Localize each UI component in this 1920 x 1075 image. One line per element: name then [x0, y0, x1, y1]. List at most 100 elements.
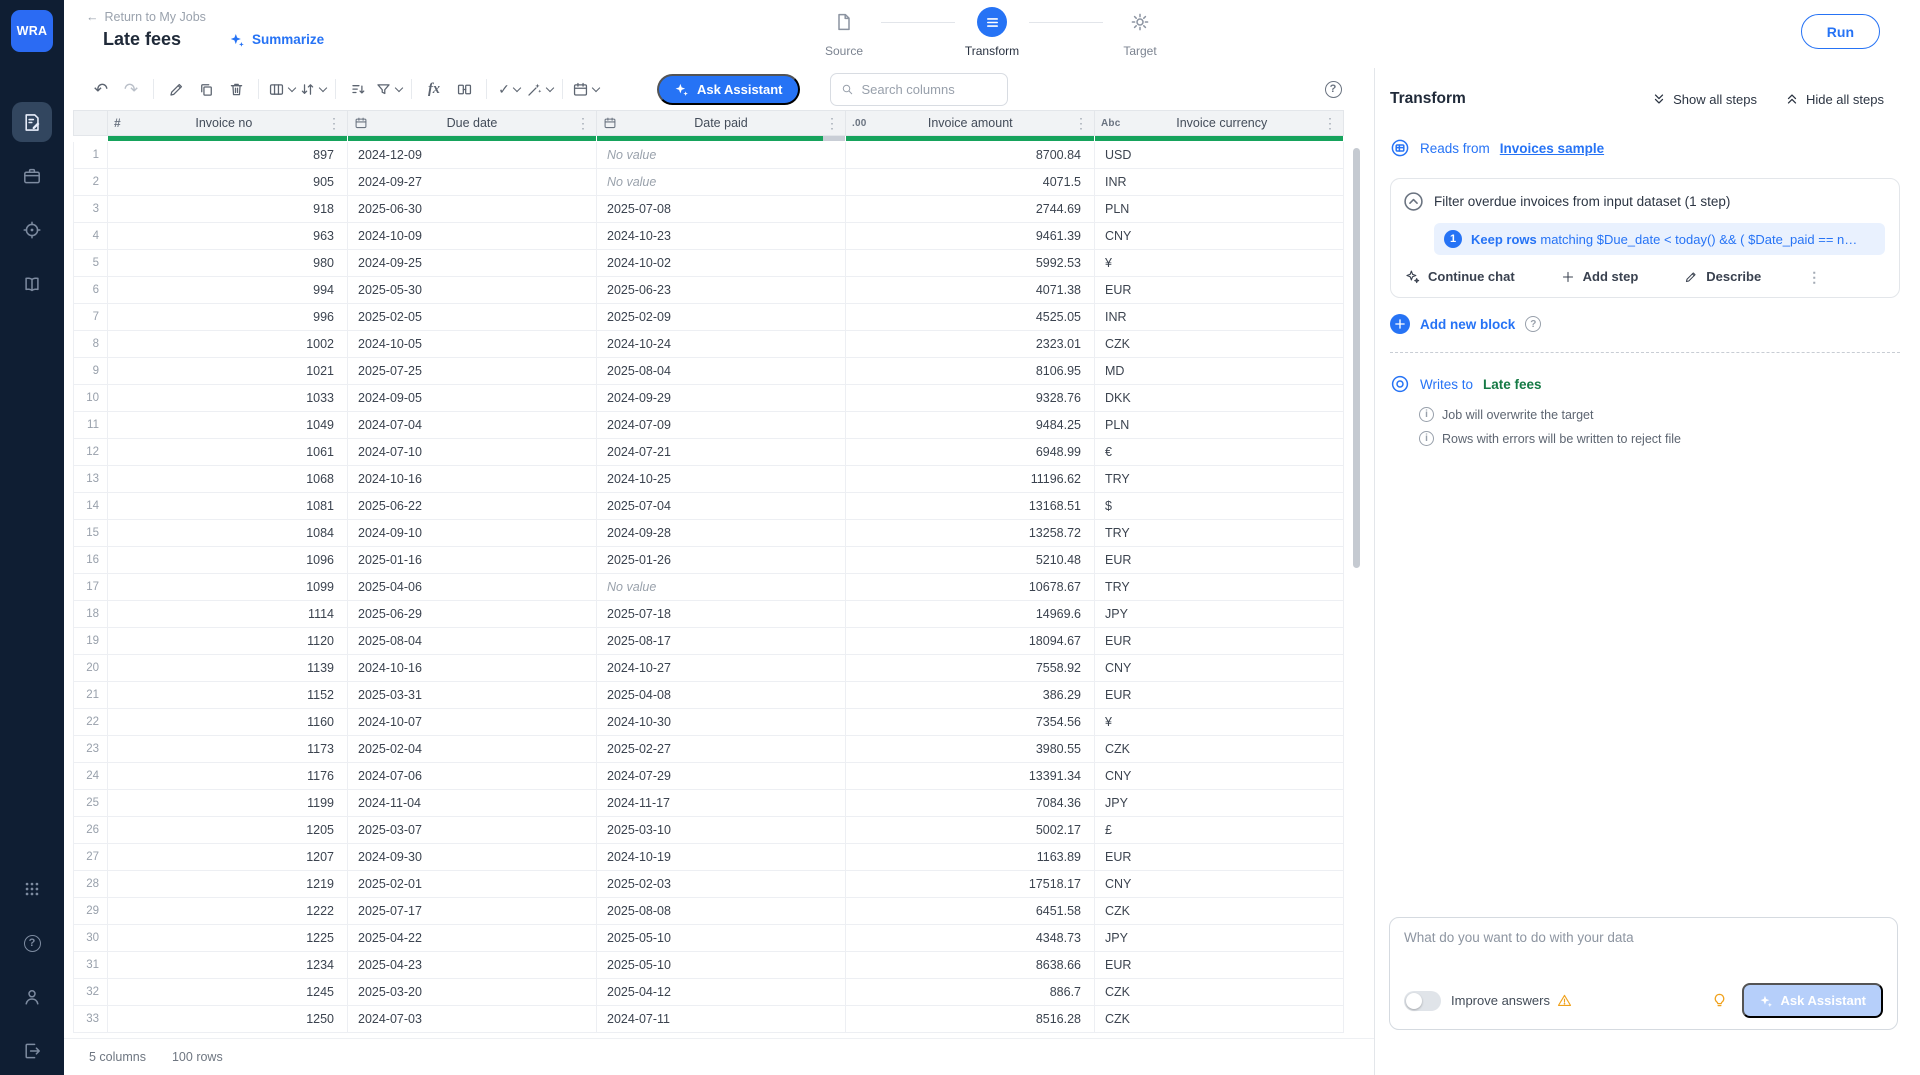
summarize-button[interactable]: Summarize [229, 32, 324, 48]
cell-invoice-amount[interactable]: 8106.95 [846, 358, 1095, 384]
cell-invoice-amount[interactable]: 9328.76 [846, 385, 1095, 411]
cell-invoice-no[interactable]: 1152 [108, 682, 348, 708]
table-row[interactable]: 10 1033 2024-09-05 2024-09-29 9328.76 DKK [73, 385, 1344, 412]
row-number[interactable]: 20 [74, 655, 108, 681]
cell-invoice-no[interactable]: 994 [108, 277, 348, 303]
back-link[interactable]: ← Return to My Jobs [64, 0, 206, 24]
cell-invoice-no[interactable]: 963 [108, 223, 348, 249]
cell-invoice-currency[interactable]: EUR [1095, 844, 1344, 870]
cell-invoice-no[interactable]: 1250 [108, 1006, 348, 1032]
cell-due-date[interactable]: 2025-04-06 [348, 574, 597, 600]
add-new-block-label[interactable]: Add new block [1420, 317, 1515, 332]
table-row[interactable]: 21 1152 2025-03-31 2025-04-08 386.29 EUR [73, 682, 1344, 709]
cell-due-date[interactable]: 2024-09-10 [348, 520, 597, 546]
table-row[interactable]: 1 897 2024-12-09 No value 8700.84 USD [73, 142, 1344, 169]
cell-invoice-currency[interactable]: ¥ [1095, 709, 1344, 735]
cell-invoice-no[interactable]: 1049 [108, 412, 348, 438]
row-number[interactable]: 19 [74, 628, 108, 654]
block-header[interactable]: Filter overdue invoices from input datas… [1403, 191, 1885, 212]
cell-invoice-currency[interactable]: EUR [1095, 547, 1344, 573]
cell-invoice-amount[interactable]: 5002.17 [846, 817, 1095, 843]
cell-invoice-no[interactable]: 1225 [108, 925, 348, 951]
cell-date-paid[interactable]: 2025-05-10 [597, 952, 846, 978]
cell-invoice-currency[interactable]: PLN [1095, 412, 1344, 438]
cell-date-paid[interactable]: 2024-10-23 [597, 223, 846, 249]
row-number[interactable]: 12 [74, 439, 108, 465]
redo-button[interactable]: ↷ [116, 74, 146, 104]
cell-invoice-amount[interactable]: 13258.72 [846, 520, 1095, 546]
row-number[interactable]: 27 [74, 844, 108, 870]
row-number[interactable]: 16 [74, 547, 108, 573]
cell-invoice-currency[interactable]: CZK [1095, 898, 1344, 924]
row-number[interactable]: 32 [74, 979, 108, 1005]
cell-date-paid[interactable]: 2025-08-17 [597, 628, 846, 654]
table-row[interactable]: 20 1139 2024-10-16 2024-10-27 7558.92 CNY [73, 655, 1344, 682]
stepper-target[interactable]: Target [1103, 7, 1177, 58]
cell-invoice-currency[interactable]: CNY [1095, 871, 1344, 897]
cell-date-paid[interactable]: 2025-07-18 [597, 601, 846, 627]
cell-due-date[interactable]: 2024-09-05 [348, 385, 597, 411]
cell-invoice-no[interactable]: 1139 [108, 655, 348, 681]
cell-invoice-currency[interactable]: EUR [1095, 952, 1344, 978]
cell-due-date[interactable]: 2025-06-22 [348, 493, 597, 519]
row-number[interactable]: 2 [74, 169, 108, 195]
cell-due-date[interactable]: 2024-10-05 [348, 331, 597, 357]
row-number[interactable]: 11 [74, 412, 108, 438]
cell-due-date[interactable]: 2024-09-30 [348, 844, 597, 870]
cell-due-date[interactable]: 2024-07-06 [348, 763, 597, 789]
table-row[interactable]: 8 1002 2024-10-05 2024-10-24 2323.01 CZK [73, 331, 1344, 358]
table-row[interactable]: 23 1173 2025-02-04 2025-02-27 3980.55 CZK [73, 736, 1344, 763]
row-number[interactable]: 30 [74, 925, 108, 951]
cell-date-paid[interactable]: 2025-07-04 [597, 493, 846, 519]
row-number[interactable]: 10 [74, 385, 108, 411]
validate-button[interactable]: ✓ [494, 74, 524, 104]
cell-invoice-amount[interactable]: 2744.69 [846, 196, 1095, 222]
table-row[interactable]: 32 1245 2025-03-20 2025-04-12 886.7 CZK [73, 979, 1344, 1006]
hide-all-steps-button[interactable]: Hide all steps [1785, 92, 1884, 107]
table-row[interactable]: 19 1120 2025-08-04 2025-08-17 18094.67 EUR [73, 628, 1344, 655]
cell-due-date[interactable]: 2025-02-05 [348, 304, 597, 330]
column-header-invoice-amount[interactable]: .00 Invoice amount ⋮ [846, 111, 1095, 135]
table-row[interactable]: 15 1084 2024-09-10 2024-09-28 13258.72 TRY [73, 520, 1344, 547]
cell-date-paid[interactable]: 2025-08-04 [597, 358, 846, 384]
cell-date-paid[interactable]: 2025-08-08 [597, 898, 846, 924]
row-number[interactable]: 18 [74, 601, 108, 627]
cell-due-date[interactable]: 2024-11-04 [348, 790, 597, 816]
collapse-block-button[interactable] [1403, 191, 1424, 212]
show-all-steps-button[interactable]: Show all steps [1652, 92, 1757, 107]
cell-due-date[interactable]: 2024-07-04 [348, 412, 597, 438]
cell-invoice-no[interactable]: 1219 [108, 871, 348, 897]
table-row[interactable]: 30 1225 2025-04-22 2025-05-10 4348.73 JPY [73, 925, 1344, 952]
cell-invoice-no[interactable]: 918 [108, 196, 348, 222]
cell-invoice-no[interactable]: 1068 [108, 466, 348, 492]
cell-date-paid[interactable]: 2025-03-10 [597, 817, 846, 843]
cell-invoice-amount[interactable]: 5210.48 [846, 547, 1095, 573]
row-number[interactable]: 29 [74, 898, 108, 924]
sidebar-item-apps[interactable] [12, 869, 52, 909]
row-number[interactable]: 33 [74, 1006, 108, 1032]
cell-invoice-amount[interactable]: 10678.67 [846, 574, 1095, 600]
row-number[interactable]: 25 [74, 790, 108, 816]
column-menu-icon[interactable]: ⋮ [327, 116, 341, 130]
cell-due-date[interactable]: 2025-02-04 [348, 736, 597, 762]
cell-invoice-currency[interactable]: ¥ [1095, 250, 1344, 276]
cell-invoice-currency[interactable]: JPY [1095, 790, 1344, 816]
row-number[interactable]: 8 [74, 331, 108, 357]
cell-invoice-amount[interactable]: 14969.6 [846, 601, 1095, 627]
row-number[interactable]: 24 [74, 763, 108, 789]
cell-due-date[interactable]: 2025-04-22 [348, 925, 597, 951]
cell-due-date[interactable]: 2024-09-27 [348, 169, 597, 195]
row-number[interactable]: 5 [74, 250, 108, 276]
cell-invoice-amount[interactable]: 7354.56 [846, 709, 1095, 735]
cell-date-paid[interactable]: 2025-02-27 [597, 736, 846, 762]
row-number[interactable]: 21 [74, 682, 108, 708]
improve-answers-toggle[interactable] [1404, 990, 1441, 1011]
sidebar-item-logout[interactable] [12, 1031, 52, 1071]
cell-due-date[interactable]: 2025-07-17 [348, 898, 597, 924]
table-row[interactable]: 27 1207 2024-09-30 2024-10-19 1163.89 EUR [73, 844, 1344, 871]
cell-invoice-amount[interactable]: 7084.36 [846, 790, 1095, 816]
cell-date-paid[interactable]: 2024-10-24 [597, 331, 846, 357]
cell-invoice-no[interactable]: 1002 [108, 331, 348, 357]
row-number[interactable]: 15 [74, 520, 108, 546]
cell-invoice-amount[interactable]: 11196.62 [846, 466, 1095, 492]
